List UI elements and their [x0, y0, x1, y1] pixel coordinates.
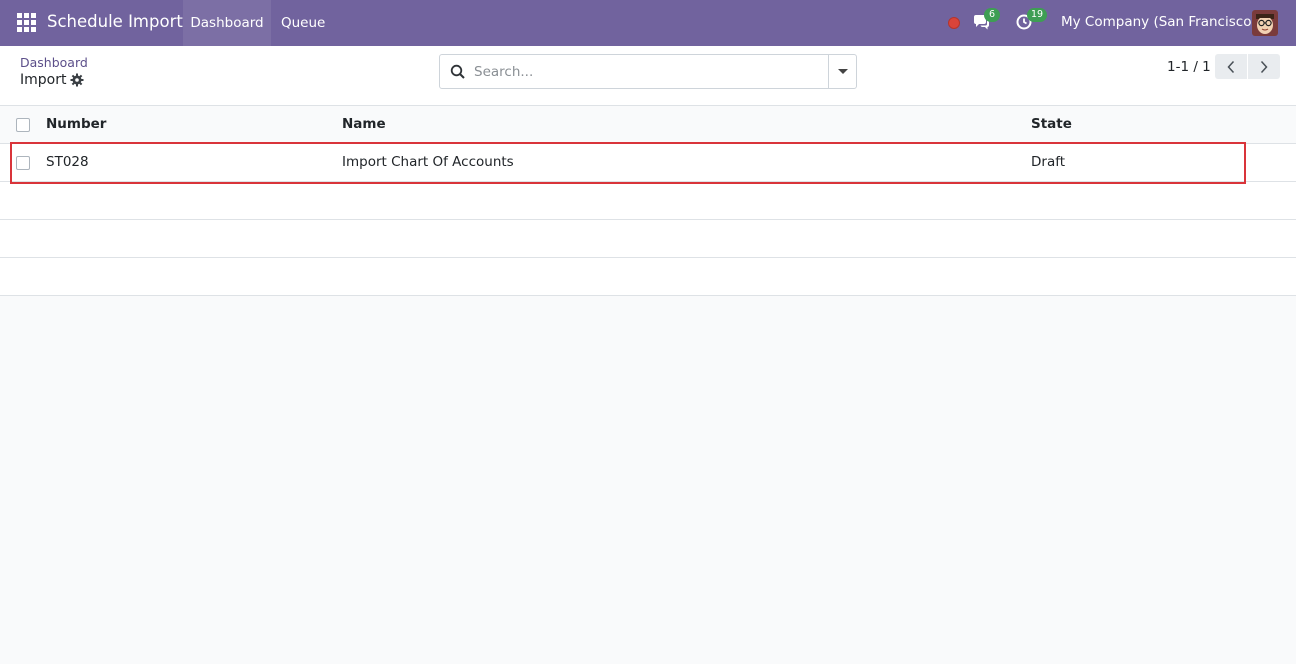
select-all-checkbox[interactable]	[16, 118, 30, 132]
pager-next-button[interactable]	[1248, 54, 1280, 79]
chevron-left-icon	[1227, 60, 1235, 74]
menu-queue[interactable]: Queue	[281, 0, 325, 46]
breadcrumb-dashboard[interactable]: Dashboard	[20, 55, 88, 70]
empty-row	[0, 182, 1296, 220]
column-header-state[interactable]: State	[1031, 106, 1072, 144]
breadcrumb-current: Import	[20, 72, 67, 88]
search-bar	[439, 54, 857, 89]
recording-indicator-icon[interactable]	[948, 17, 960, 29]
caret-down-icon	[838, 69, 848, 74]
column-header-number[interactable]: Number	[46, 106, 106, 144]
search-icon	[450, 64, 465, 79]
pager-previous-button[interactable]	[1215, 54, 1247, 79]
company-switcher[interactable]: My Company (San Francisco)	[1061, 14, 1257, 30]
search-options-toggle[interactable]	[828, 55, 856, 88]
empty-row	[0, 220, 1296, 258]
search-input[interactable]	[474, 56, 824, 87]
control-panel: Dashboard Import 1-1 / 1	[0, 46, 1296, 106]
cell-name: Import Chart Of Accounts	[342, 154, 514, 170]
import-list-table: Number Name State ST028 Import Chart Of …	[0, 106, 1296, 296]
table-header-row: Number Name State	[0, 106, 1296, 144]
pager-value[interactable]: 1-1 / 1	[1167, 59, 1211, 75]
chevron-right-icon	[1260, 60, 1268, 74]
user-avatar[interactable]	[1252, 10, 1278, 36]
activities-button[interactable]: 19	[1015, 8, 1048, 33]
menu-dashboard[interactable]: Dashboard	[183, 0, 271, 46]
app-name[interactable]: Schedule Import	[47, 12, 183, 31]
empty-row	[0, 258, 1296, 296]
cell-number: ST028	[46, 154, 89, 170]
table-row[interactable]: ST028 Import Chart Of Accounts Draft	[0, 144, 1296, 182]
messages-count-badge: 6	[984, 8, 1000, 22]
activities-count-badge: 19	[1027, 8, 1048, 22]
top-navbar: Schedule Import Dashboard Queue 6 19 My …	[0, 0, 1296, 46]
apps-grid-icon[interactable]	[17, 13, 36, 32]
gear-icon[interactable]	[70, 73, 84, 87]
row-checkbox[interactable]	[16, 156, 30, 170]
column-header-name[interactable]: Name	[342, 106, 386, 144]
cell-state: Draft	[1031, 154, 1066, 170]
messages-button[interactable]: 6	[972, 8, 1000, 33]
